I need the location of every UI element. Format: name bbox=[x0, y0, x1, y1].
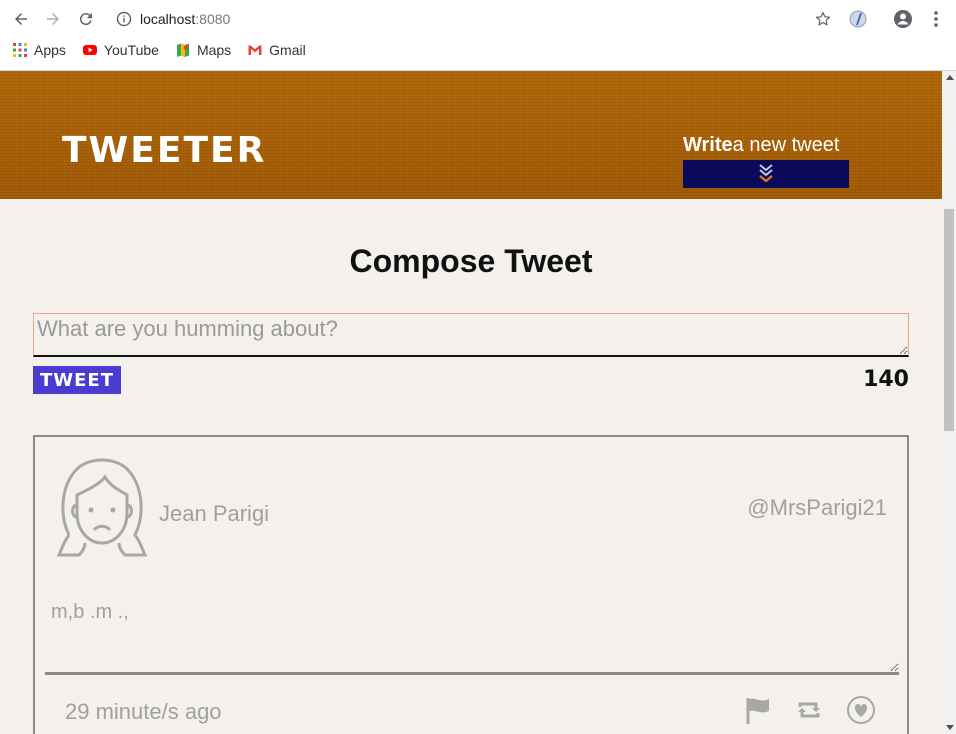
double-chevron-down-icon bbox=[759, 164, 773, 183]
heart-icon[interactable] bbox=[845, 694, 877, 726]
author-name: Jean Parigi bbox=[159, 501, 270, 526]
bookmark-maps[interactable]: Maps bbox=[175, 42, 231, 58]
scroll-up-arrow-icon[interactable] bbox=[946, 75, 954, 80]
scroll-thumb[interactable] bbox=[944, 209, 954, 431]
page-viewport: TWEETER Writea new tweet Compose Tweet T… bbox=[0, 71, 942, 734]
apps-grid-icon bbox=[13, 43, 27, 57]
tweet-body[interactable]: m,b .m ., bbox=[45, 595, 899, 675]
address-bar[interactable]: localhost:8080 bbox=[108, 5, 838, 33]
compose-toggle[interactable]: Writea new tweet bbox=[683, 133, 849, 188]
gmail-icon bbox=[248, 45, 262, 55]
extension-icon[interactable] bbox=[848, 9, 868, 29]
compose-title: Compose Tweet bbox=[349, 243, 593, 279]
maps-icon bbox=[176, 43, 189, 57]
avatar bbox=[56, 458, 147, 557]
forward-arrow-icon[interactable] bbox=[42, 8, 64, 30]
profile-icon[interactable] bbox=[893, 9, 913, 29]
bookmark-youtube[interactable]: YouTube bbox=[82, 42, 159, 58]
retweet-icon[interactable] bbox=[793, 694, 825, 726]
site-logo: TWEETER bbox=[62, 130, 267, 171]
tweet-card: Jean Parigi @MrsParigi21 m,b .m ., 29 mi… bbox=[33, 435, 909, 734]
kebab-menu-icon[interactable] bbox=[926, 9, 946, 29]
browser-chrome: localhost:8080 Apps YouTube Maps Gmail bbox=[0, 0, 956, 71]
compose-toggle-label: Writea new tweet bbox=[683, 134, 840, 156]
character-counter: 140 bbox=[863, 367, 909, 392]
back-arrow-icon[interactable] bbox=[10, 8, 32, 30]
bookmarks-bar: Apps YouTube Maps Gmail bbox=[12, 42, 306, 58]
info-icon[interactable] bbox=[116, 11, 132, 27]
page-scrollbar[interactable] bbox=[942, 71, 956, 734]
scroll-down-arrow-icon[interactable] bbox=[946, 725, 954, 730]
tweet-actions bbox=[741, 694, 877, 726]
bookmark-apps[interactable]: Apps bbox=[12, 42, 66, 58]
tweet-submit-button[interactable]: TWEET bbox=[33, 366, 121, 394]
site-header: TWEETER Writea new tweet bbox=[0, 71, 942, 199]
flag-icon[interactable] bbox=[741, 694, 773, 726]
bookmark-star-icon[interactable] bbox=[814, 10, 832, 28]
youtube-icon bbox=[82, 45, 97, 55]
compose-toggle-button[interactable] bbox=[683, 160, 849, 188]
url-text: localhost:8080 bbox=[140, 11, 231, 27]
reload-icon[interactable] bbox=[75, 8, 97, 30]
author-handle: @MrsParigi21 bbox=[747, 495, 887, 520]
tweet-input[interactable] bbox=[33, 313, 909, 357]
bookmark-gmail[interactable]: Gmail bbox=[247, 42, 306, 58]
tweet-timestamp: 29 minute/s ago bbox=[65, 699, 222, 724]
